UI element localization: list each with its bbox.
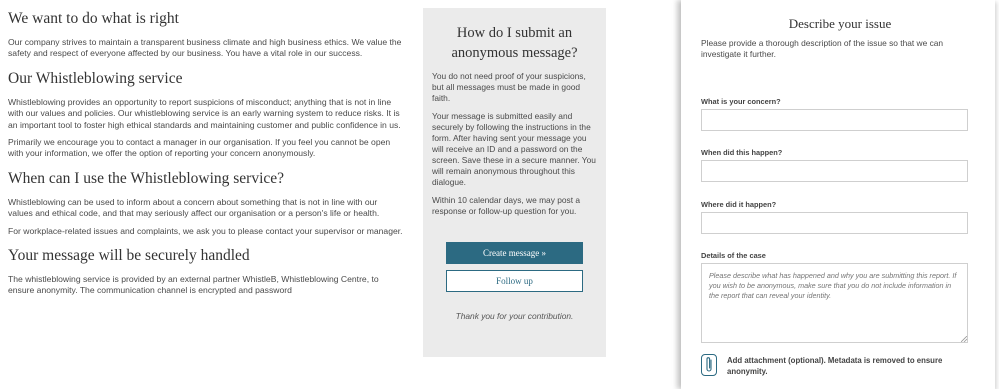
heading-when-to-use: When can I use the Whistleblowing servic… xyxy=(8,169,285,187)
paragraph-workplace-issues: For workplace-related issues and complai… xyxy=(8,225,403,236)
paragraph-intro: Our company strives to maintain a transp… xyxy=(8,37,402,59)
paragraph-service: Whistleblowing provides an opportunity t… xyxy=(8,96,401,130)
thanks-text: Thank you for your contribution. xyxy=(455,311,574,321)
resize-grip-icon[interactable] xyxy=(961,336,967,342)
attachment-label: Add attachment (optional). Metadata is r… xyxy=(727,356,943,376)
card-title: How do I submit an anonymous message? xyxy=(451,25,578,61)
create-message-button[interactable]: Create message » xyxy=(446,242,583,264)
card-paragraph-response: Within 10 calendar days, we may post a r… xyxy=(432,195,581,216)
paragraph-when-to-use: Whistleblowing can be used to inform abo… xyxy=(8,196,380,219)
follow-up-button[interactable]: Follow up xyxy=(446,270,583,292)
when-input[interactable] xyxy=(701,160,968,182)
concern-input[interactable] xyxy=(701,109,968,131)
where-label: Where did it happen? xyxy=(701,200,777,209)
submit-info-card: How do I submit an anonymous message? Yo… xyxy=(423,8,606,357)
heading-whistleblowing-service: Our Whistleblowing service xyxy=(8,69,183,87)
card-paragraph-instructions: Your message is submitted easily and sec… xyxy=(432,111,596,187)
details-label: Details of the case xyxy=(701,251,766,260)
issue-form: Describe your issue Please provide a tho… xyxy=(701,0,979,376)
form-title: Describe your issue xyxy=(788,16,892,31)
where-input[interactable] xyxy=(701,212,968,234)
info-section: We want to do what is right Our company … xyxy=(8,0,403,389)
heading-securely-handled: Your message will be securely handled xyxy=(8,247,250,265)
issue-form-panel: Describe your issue Please provide a tho… xyxy=(681,0,995,389)
add-attachment-button[interactable] xyxy=(701,354,717,376)
paragraph-secure: The whistleblowing service is provided b… xyxy=(8,274,379,296)
concern-label: What is your concern? xyxy=(701,97,781,106)
paperclip-icon xyxy=(706,357,712,372)
form-description: Please provide a thorough description of… xyxy=(701,38,944,59)
when-label: When did this happen? xyxy=(701,148,783,157)
card-paragraph-proof: You do not need proof of your suspicions… xyxy=(432,71,586,103)
paragraph-contact-manager: Primarily we encourage you to contact a … xyxy=(8,137,391,159)
details-textarea[interactable] xyxy=(701,263,968,343)
heading-do-what-is-right: We want to do what is right xyxy=(8,10,179,27)
